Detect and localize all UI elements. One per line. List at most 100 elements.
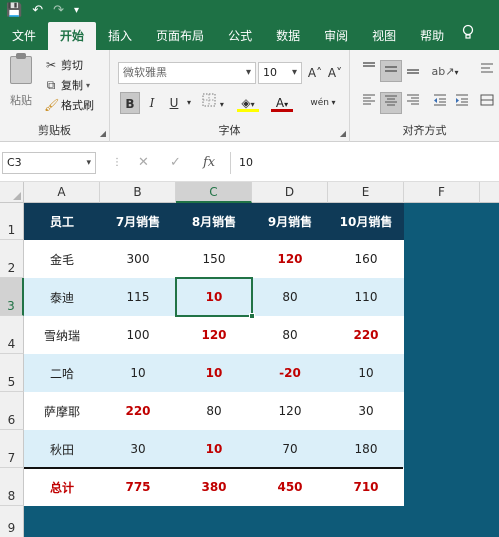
name-box[interactable]: C3 ▾ bbox=[2, 152, 96, 174]
table-header-cell[interactable]: 10月销售 bbox=[328, 203, 404, 240]
row-header-5[interactable]: 5 bbox=[0, 354, 24, 392]
bold-button[interactable]: B bbox=[120, 92, 140, 114]
tab-view[interactable]: 视图 bbox=[360, 22, 408, 50]
table-row-name-cell[interactable]: 雪纳瑞 bbox=[24, 316, 100, 354]
font-name-select[interactable]: 微软雅黑 ▾ bbox=[118, 62, 256, 84]
table-value-cell[interactable]: 10 bbox=[176, 430, 252, 468]
row-header-8[interactable]: 8 bbox=[0, 468, 24, 506]
cancel-icon[interactable]: ✕ bbox=[138, 152, 149, 174]
increase-indent-button[interactable] bbox=[452, 92, 472, 114]
table-row-name-cell[interactable]: 萨摩耶 bbox=[24, 392, 100, 430]
chevron-down-icon[interactable]: ▾ bbox=[184, 92, 194, 114]
column-header-g[interactable] bbox=[480, 182, 499, 203]
enter-icon[interactable]: ✓ bbox=[170, 152, 181, 174]
table-value-cell[interactable]: 10 bbox=[176, 354, 252, 392]
italic-button[interactable]: I bbox=[142, 92, 162, 114]
table-value-cell[interactable]: 115 bbox=[100, 278, 176, 316]
table-value-cell[interactable]: 80 bbox=[176, 392, 252, 430]
undo-icon[interactable]: ↶ bbox=[32, 0, 43, 22]
table-value-cell[interactable]: 30 bbox=[100, 430, 176, 468]
table-value-cell[interactable]: 100 bbox=[100, 316, 176, 354]
font-size-select[interactable]: 10 ▾ bbox=[258, 62, 302, 84]
row-header-2[interactable]: 2 bbox=[0, 240, 24, 278]
paste-button[interactable]: 粘贴 bbox=[6, 53, 36, 108]
total-value-cell[interactable]: 450 bbox=[252, 468, 328, 506]
merge-center-button[interactable] bbox=[478, 92, 496, 114]
table-value-cell[interactable]: 30 bbox=[328, 392, 404, 430]
tab-insert[interactable]: 插入 bbox=[96, 22, 144, 50]
row-header-6[interactable]: 6 bbox=[0, 392, 24, 430]
select-all-corner[interactable] bbox=[0, 182, 24, 203]
table-value-cell[interactable]: 10 bbox=[328, 354, 404, 392]
underline-button[interactable]: U bbox=[164, 92, 184, 114]
tab-home[interactable]: 开始 bbox=[48, 22, 97, 50]
tab-help[interactable]: 帮助 bbox=[408, 22, 456, 50]
fill-color-button[interactable]: ◈▾ bbox=[234, 92, 262, 114]
table-value-cell[interactable]: 220 bbox=[100, 392, 176, 430]
format-painter-button[interactable]: 🖌 格式刷 bbox=[44, 97, 94, 113]
table-header-cell[interactable]: 员工 bbox=[24, 203, 100, 240]
table-value-cell[interactable]: 160 bbox=[328, 240, 404, 278]
tab-formulas[interactable]: 公式 bbox=[216, 22, 264, 50]
dialog-launcher-icon[interactable]: ◢ bbox=[340, 129, 346, 138]
table-value-cell[interactable]: 220 bbox=[328, 316, 404, 354]
row-header-7[interactable]: 7 bbox=[0, 430, 24, 468]
table-value-cell[interactable]: 120 bbox=[252, 240, 328, 278]
grow-font-button[interactable]: A˄ bbox=[306, 62, 324, 84]
redo-icon[interactable]: ↷ bbox=[53, 0, 64, 22]
table-value-cell[interactable]: 110 bbox=[328, 278, 404, 316]
table-value-cell[interactable]: 10 bbox=[100, 354, 176, 392]
total-value-cell[interactable]: 710 bbox=[328, 468, 404, 506]
formula-input[interactable]: 10 bbox=[230, 152, 499, 174]
align-center-button[interactable] bbox=[380, 92, 402, 114]
active-cell-selection[interactable] bbox=[175, 277, 255, 319]
top-align-button[interactable] bbox=[358, 60, 380, 82]
column-header-f[interactable]: F bbox=[404, 182, 480, 203]
column-header-e[interactable]: E bbox=[328, 182, 404, 203]
orientation-button[interactable]: ab↗▾ bbox=[430, 60, 460, 82]
total-value-cell[interactable]: 380 bbox=[176, 468, 252, 506]
fill-handle[interactable] bbox=[249, 313, 255, 319]
table-row-name-cell[interactable]: 泰迪 bbox=[24, 278, 100, 316]
cut-button[interactable]: ✂ 剪切 bbox=[44, 57, 83, 73]
table-value-cell[interactable]: 120 bbox=[252, 392, 328, 430]
table-value-cell[interactable]: 150 bbox=[176, 240, 252, 278]
column-header-a[interactable]: A bbox=[24, 182, 100, 203]
table-value-cell[interactable]: 180 bbox=[328, 430, 404, 468]
tab-file[interactable]: 文件 bbox=[0, 22, 48, 50]
table-row-name-cell[interactable]: 金毛 bbox=[24, 240, 100, 278]
tab-data[interactable]: 数据 bbox=[264, 22, 312, 50]
tab-page-layout[interactable]: 页面布局 bbox=[144, 22, 216, 50]
wrap-text-button[interactable] bbox=[478, 60, 496, 82]
lightbulb-icon[interactable] bbox=[456, 22, 480, 50]
table-value-cell[interactable]: 70 bbox=[252, 430, 328, 468]
table-header-cell[interactable]: 9月销售 bbox=[252, 203, 328, 240]
table-value-cell[interactable]: -20 bbox=[252, 354, 328, 392]
bottom-align-button[interactable] bbox=[402, 60, 424, 82]
customize-toolbar-icon[interactable]: ▾ bbox=[74, 0, 79, 22]
align-right-button[interactable] bbox=[402, 92, 424, 114]
total-value-cell[interactable]: 775 bbox=[100, 468, 176, 506]
insert-function-icon[interactable]: fx bbox=[203, 152, 215, 174]
align-left-button[interactable] bbox=[358, 92, 380, 114]
row-header-9[interactable]: 9 bbox=[0, 506, 24, 537]
total-label-cell[interactable]: 总计 bbox=[24, 468, 100, 506]
table-value-cell[interactable]: 300 bbox=[100, 240, 176, 278]
dialog-launcher-icon[interactable]: ◢ bbox=[100, 129, 106, 138]
row-header-1[interactable]: 1 bbox=[0, 203, 24, 240]
column-header-d[interactable]: D bbox=[252, 182, 328, 203]
middle-align-button[interactable] bbox=[380, 60, 402, 82]
copy-button[interactable]: ⧉ 复制 ▾ bbox=[44, 77, 90, 93]
table-value-cell[interactable]: 120 bbox=[176, 316, 252, 354]
border-button[interactable]: ▾ bbox=[200, 92, 226, 114]
decrease-indent-button[interactable] bbox=[430, 92, 450, 114]
table-value-cell[interactable]: 80 bbox=[252, 316, 328, 354]
row-header-3[interactable]: 3 bbox=[0, 278, 24, 316]
save-icon[interactable]: 💾 bbox=[6, 0, 22, 22]
phonetic-button[interactable]: wén ▾ bbox=[306, 92, 340, 114]
tab-review[interactable]: 审阅 bbox=[312, 22, 360, 50]
table-row-name-cell[interactable]: 秋田 bbox=[24, 430, 100, 468]
column-header-c[interactable]: C bbox=[176, 182, 252, 203]
table-value-cell[interactable]: 80 bbox=[252, 278, 328, 316]
font-color-button[interactable]: A▾ bbox=[268, 92, 296, 114]
